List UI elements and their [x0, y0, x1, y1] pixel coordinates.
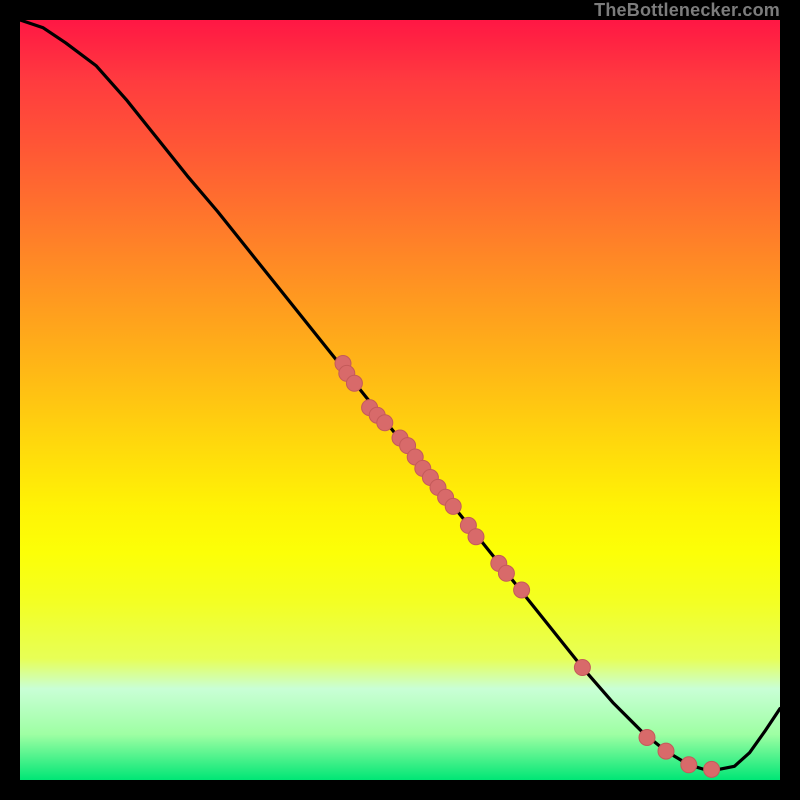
chart-stage: TheBottlenecker.com [0, 0, 800, 800]
data-points [335, 356, 720, 778]
watermark-text: TheBottlenecker.com [594, 0, 780, 21]
data-point [704, 761, 720, 777]
data-point [377, 415, 393, 431]
data-point [514, 582, 530, 598]
curve-line [20, 20, 780, 769]
data-point [658, 743, 674, 759]
data-point [445, 498, 461, 514]
chart-svg-layer [20, 20, 780, 780]
data-point [498, 565, 514, 581]
data-point [639, 729, 655, 745]
data-point [346, 375, 362, 391]
data-point [681, 757, 697, 773]
data-point [574, 660, 590, 676]
data-point [468, 529, 484, 545]
